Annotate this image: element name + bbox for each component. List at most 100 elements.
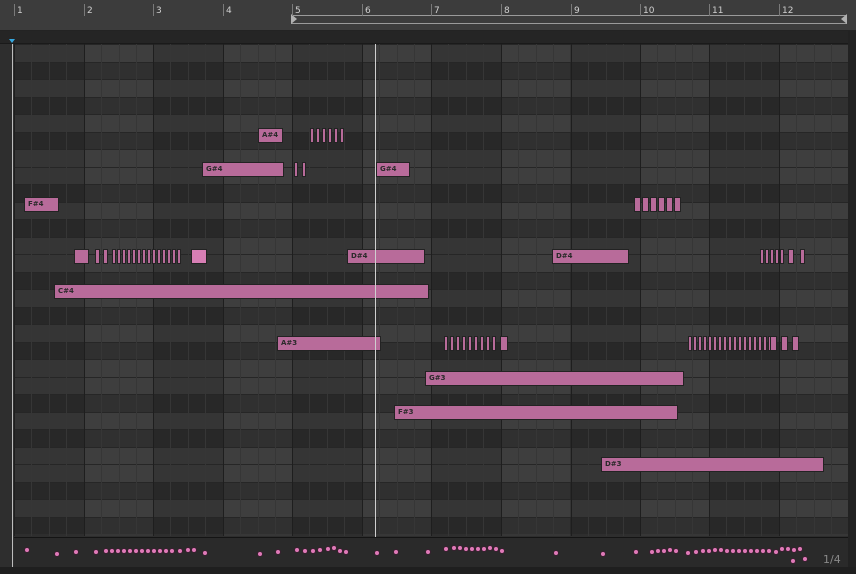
midi-note[interactable] bbox=[147, 249, 151, 264]
start-marker-icon[interactable] bbox=[9, 39, 15, 43]
midi-note[interactable] bbox=[650, 197, 657, 212]
midi-note[interactable] bbox=[474, 336, 478, 351]
grid-resolution-label[interactable]: 1/4 bbox=[823, 553, 841, 566]
midi-note[interactable] bbox=[780, 249, 784, 264]
midi-note[interactable] bbox=[748, 336, 752, 351]
midi-note[interactable] bbox=[310, 128, 314, 143]
midi-note[interactable] bbox=[738, 336, 742, 351]
midi-note[interactable] bbox=[486, 336, 490, 351]
midi-note[interactable] bbox=[728, 336, 732, 351]
midi-note[interactable] bbox=[713, 336, 717, 351]
midi-note[interactable] bbox=[456, 336, 460, 351]
velocity-handle[interactable] bbox=[600, 551, 606, 557]
midi-note[interactable] bbox=[693, 336, 697, 351]
midi-note[interactable]: F#3 bbox=[394, 405, 678, 420]
midi-note[interactable] bbox=[500, 336, 508, 351]
velocity-handle[interactable] bbox=[24, 547, 30, 553]
velocity-handle[interactable] bbox=[302, 548, 308, 554]
midi-note[interactable] bbox=[328, 128, 332, 143]
midi-note[interactable]: A#3 bbox=[277, 336, 381, 351]
midi-note[interactable] bbox=[775, 249, 779, 264]
velocity-handle[interactable] bbox=[773, 549, 779, 555]
midi-note[interactable] bbox=[74, 249, 89, 264]
velocity-handle[interactable] bbox=[443, 546, 449, 552]
midi-note[interactable]: D#3 bbox=[601, 457, 824, 472]
midi-note[interactable]: C#4 bbox=[54, 284, 429, 299]
velocity-handle[interactable] bbox=[73, 549, 79, 555]
midi-note[interactable] bbox=[698, 336, 702, 351]
midi-note[interactable] bbox=[462, 336, 466, 351]
midi-note[interactable]: G#4 bbox=[376, 162, 410, 177]
velocity-handle[interactable] bbox=[191, 547, 197, 553]
midi-note[interactable] bbox=[167, 249, 171, 264]
midi-note[interactable] bbox=[157, 249, 161, 264]
midi-note[interactable] bbox=[468, 336, 472, 351]
loop-end-icon[interactable] bbox=[841, 14, 847, 24]
velocity-handle[interactable] bbox=[425, 549, 431, 555]
velocity-handle[interactable] bbox=[177, 548, 183, 554]
midi-note[interactable] bbox=[127, 249, 131, 264]
midi-note[interactable] bbox=[316, 128, 320, 143]
midi-note[interactable] bbox=[688, 336, 692, 351]
velocity-handle[interactable] bbox=[310, 548, 316, 554]
midi-note[interactable] bbox=[117, 249, 121, 264]
velocity-handle[interactable] bbox=[202, 550, 208, 556]
midi-note[interactable] bbox=[103, 249, 108, 264]
midi-note[interactable] bbox=[674, 197, 681, 212]
midi-note[interactable] bbox=[753, 336, 757, 351]
velocity-handle[interactable] bbox=[93, 549, 99, 555]
note-grid[interactable]: A#4 G#4 G#4 F#4 D#4 D#4 C#4 A#3 G#3 F#3 D#3 bbox=[14, 44, 848, 536]
midi-note[interactable] bbox=[788, 249, 794, 264]
midi-note[interactable] bbox=[322, 128, 326, 143]
midi-note[interactable] bbox=[450, 336, 454, 351]
midi-note[interactable] bbox=[302, 162, 306, 177]
midi-note[interactable] bbox=[480, 336, 484, 351]
midi-note[interactable] bbox=[763, 336, 767, 351]
midi-note[interactable]: D#4 bbox=[347, 249, 425, 264]
scrub-area[interactable] bbox=[0, 31, 856, 44]
velocity-handle[interactable] bbox=[343, 549, 349, 555]
velocity-handle[interactable] bbox=[257, 551, 263, 557]
velocity-handle[interactable] bbox=[693, 549, 699, 555]
midi-note[interactable] bbox=[718, 336, 722, 351]
velocity-handle[interactable] bbox=[54, 551, 60, 557]
velocity-handle[interactable] bbox=[374, 550, 380, 556]
midi-note[interactable] bbox=[760, 249, 764, 264]
velocity-lane[interactable] bbox=[14, 537, 848, 568]
midi-note[interactable]: G#3 bbox=[425, 371, 684, 386]
midi-note[interactable]: A#4 bbox=[258, 128, 283, 143]
midi-note[interactable] bbox=[642, 197, 649, 212]
midi-note[interactable] bbox=[765, 249, 769, 264]
midi-note[interactable] bbox=[162, 249, 166, 264]
midi-note[interactable] bbox=[172, 249, 176, 264]
midi-note[interactable] bbox=[177, 249, 181, 264]
velocity-handle[interactable] bbox=[790, 558, 796, 564]
midi-note[interactable] bbox=[122, 249, 126, 264]
midi-note[interactable] bbox=[112, 249, 116, 264]
midi-note[interactable] bbox=[770, 336, 777, 351]
midi-note[interactable]: G#4 bbox=[202, 162, 284, 177]
midi-note[interactable] bbox=[792, 336, 799, 351]
velocity-handle[interactable] bbox=[275, 549, 281, 555]
midi-note[interactable] bbox=[733, 336, 737, 351]
midi-note[interactable] bbox=[781, 336, 788, 351]
velocity-handle[interactable] bbox=[317, 547, 323, 553]
midi-note[interactable] bbox=[758, 336, 762, 351]
midi-note[interactable] bbox=[800, 249, 805, 264]
velocity-handle[interactable] bbox=[802, 556, 808, 562]
bar-ruler[interactable]: 1 2 3 4 5 6 7 8 9 10 11 12 bbox=[0, 0, 856, 31]
loop-brace[interactable] bbox=[291, 15, 847, 24]
midi-note[interactable] bbox=[95, 249, 100, 264]
midi-note[interactable] bbox=[191, 249, 207, 264]
midi-note[interactable] bbox=[492, 336, 496, 351]
midi-note[interactable] bbox=[334, 128, 338, 143]
midi-note[interactable] bbox=[743, 336, 747, 351]
velocity-handle[interactable] bbox=[393, 549, 399, 555]
midi-note[interactable]: D#4 bbox=[552, 249, 629, 264]
midi-note[interactable] bbox=[132, 249, 136, 264]
scrollbar-track[interactable] bbox=[848, 31, 856, 574]
midi-note[interactable] bbox=[444, 336, 448, 351]
midi-note[interactable] bbox=[708, 336, 712, 351]
velocity-handle[interactable] bbox=[553, 550, 559, 556]
midi-note[interactable] bbox=[666, 197, 673, 212]
